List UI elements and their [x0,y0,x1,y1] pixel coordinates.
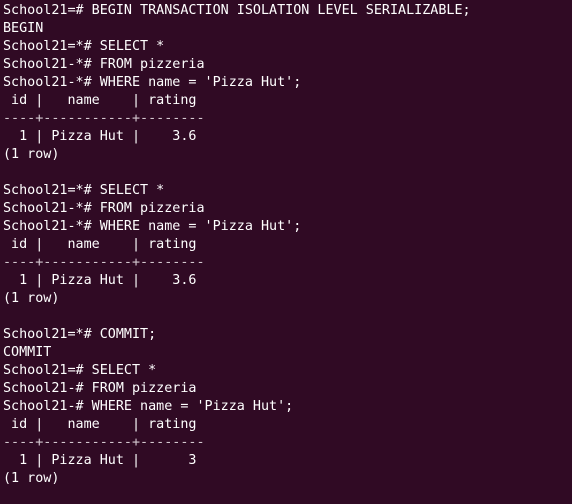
terminal-line-command: School21-*# FROM pizzeria [3,57,205,72]
terminal-line-command: School21=*# SELECT * [3,39,165,54]
result-table-separator: ----+-----------+-------- [3,111,205,126]
terminal-line-command: School21=*# COMMIT; [3,327,157,342]
result-table-separator: ----+-----------+-------- [3,435,205,450]
terminal-line-command: School21=*# SELECT * [3,183,165,198]
terminal-line-command: School21-# WHERE name = 'Pizza Hut'; [3,399,294,414]
terminal-line-command: School21-*# WHERE name = 'Pizza Hut'; [3,219,302,234]
terminal-line-output: (1 row) [3,147,60,162]
result-table-header: id | name | rating [3,237,197,252]
terminal-line-command: School21-# FROM pizzeria [3,381,197,396]
terminal-line-output: COMMIT [3,345,52,360]
result-table-separator: ----+-----------+-------- [3,255,205,270]
terminal-line-command: School21-*# WHERE name = 'Pizza Hut'; [3,75,302,90]
terminal-line-command: School21=# BEGIN TRANSACTION ISOLATION L… [3,3,471,18]
result-table-row: 1 | Pizza Hut | 3.6 [3,273,197,288]
terminal-window[interactable]: School21=# BEGIN TRANSACTION ISOLATION L… [0,0,572,504]
terminal-line-output: (1 row) [3,291,60,306]
terminal-line-output: BEGIN [3,21,44,36]
terminal-line-command: School21=# SELECT * [3,363,157,378]
result-table-row: 1 | Pizza Hut | 3 [3,453,197,468]
result-table-header: id | name | rating [3,93,197,108]
terminal-line-command: School21-*# FROM pizzeria [3,201,205,216]
terminal-line-output: (1 row) [3,471,60,486]
result-table-row: 1 | Pizza Hut | 3.6 [3,129,197,144]
result-table-header: id | name | rating [3,417,197,432]
